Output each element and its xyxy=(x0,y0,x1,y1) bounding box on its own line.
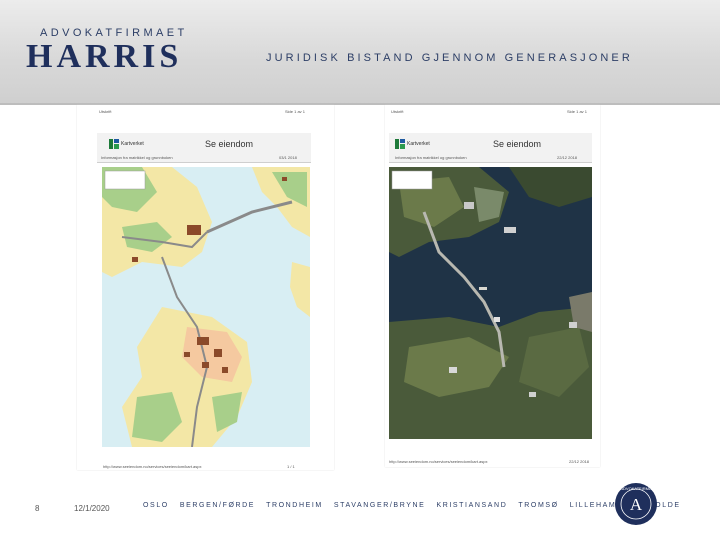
kartverket-logo-text: Kartverket xyxy=(121,141,144,147)
office-locations: OSLO BERGEN/FØRDE TRONDHEIM STAVANGER/BR… xyxy=(143,502,681,509)
kartverket-logo-text: Kartverket xyxy=(407,141,430,147)
document-subtitle: Informasjon fra matrikkel og grunnboken xyxy=(101,155,173,160)
office-city: TRONDHEIM xyxy=(266,502,323,509)
document-title: Se eiendom xyxy=(205,139,254,149)
document-title: Se eiendom xyxy=(493,139,542,149)
cadastral-map xyxy=(102,167,310,447)
kartverket-logo-icon xyxy=(109,139,119,149)
printout-page: 22/12 2018 xyxy=(569,459,590,464)
seal-letter: A xyxy=(630,495,643,514)
office-city: KRISTIANSAND xyxy=(436,502,508,509)
printout-url: http://www.seeiendom.no/services/seeiend… xyxy=(389,459,488,464)
kartverket-logo-icon xyxy=(395,139,405,149)
bar-association-seal-icon: A ADVOKATFIRMA xyxy=(615,483,657,525)
document-date: 22/12 2018 xyxy=(557,155,578,160)
printout-page-count: Side 1 av 1 xyxy=(285,109,306,114)
seal-text: ADVOKATFIRMA xyxy=(620,486,652,491)
printout-label: Utskrift xyxy=(99,109,112,114)
slide-number: 8 xyxy=(35,504,40,513)
document-date: 03/1 2018 xyxy=(279,155,297,160)
printout-page: 1 / 1 xyxy=(287,464,295,469)
aerial-photo-printout: Utskrift Side 1 av 1 Kartverket Se eiend… xyxy=(385,105,600,467)
kartverket-header: Kartverket Se eiendom Informasjon fra ma… xyxy=(389,133,592,163)
kartverket-header: Kartverket Se eiendom Informasjon fra ma… xyxy=(97,133,311,163)
printout-label: Utskrift xyxy=(391,109,404,114)
office-city: OSLO xyxy=(143,502,169,509)
firm-logo-name: HARRIS xyxy=(26,38,183,75)
office-city: STAVANGER/BRYNE xyxy=(333,502,426,509)
slide-date: 12/1/2020 xyxy=(74,504,110,513)
aerial-photo xyxy=(389,167,592,439)
printout-url: http://www.seeiendom.no/services/seeiend… xyxy=(103,464,202,469)
header: ADVOKATFIRMAET HARRIS JURIDISK BISTAND G… xyxy=(0,0,720,105)
property-map-printout: Utskrift Side 1 av 1 Kartverket Se eiend… xyxy=(77,105,334,470)
office-city: TROMSØ xyxy=(518,502,559,509)
firm-tagline: JURIDISK BISTAND GJENNOM GENERASJONER xyxy=(266,52,633,64)
document-subtitle: Informasjon fra matrikkel og grunnboken xyxy=(395,155,467,160)
office-city: BERGEN/FØRDE xyxy=(179,502,256,509)
printout-page-count: Side 1 av 1 xyxy=(567,109,588,114)
